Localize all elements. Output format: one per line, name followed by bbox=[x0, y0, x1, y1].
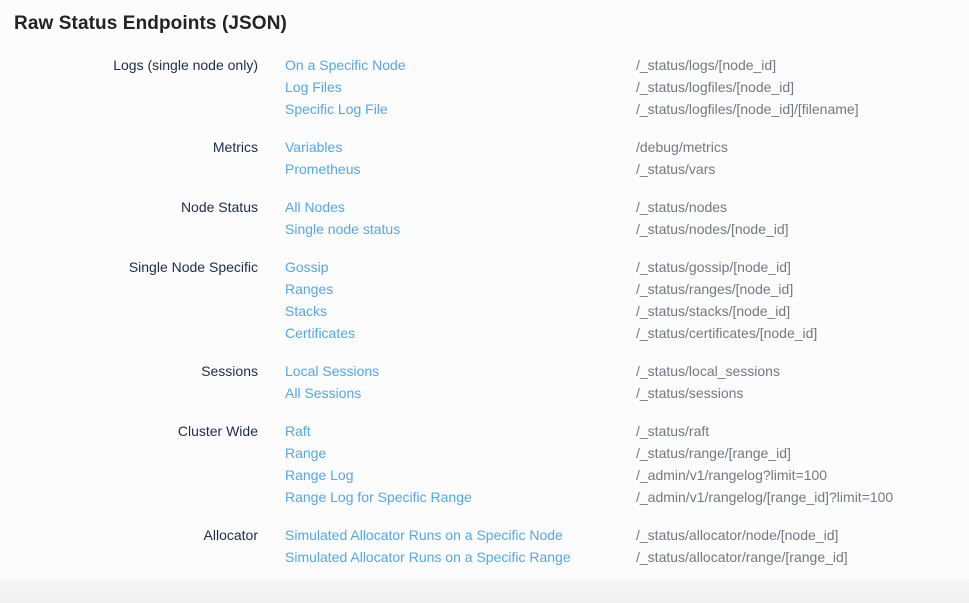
group-label: Cluster Wide bbox=[0, 420, 258, 508]
group-rows: Gossip /_status/gossip/[node_id] Ranges … bbox=[285, 256, 817, 344]
endpoint-path: /_status/allocator/range/[range_id] bbox=[636, 546, 848, 568]
endpoint-path: /_status/allocator/node/[node_id] bbox=[636, 524, 838, 546]
group-label: Metrics bbox=[0, 136, 258, 180]
endpoint-row: Stacks /_status/stacks/[node_id] bbox=[285, 300, 817, 322]
endpoint-link[interactable]: On a Specific Node bbox=[285, 54, 636, 76]
endpoint-link[interactable]: Single node status bbox=[285, 218, 636, 240]
debug-endpoints-page: Raw Status Endpoints (JSON) Logs (single… bbox=[0, 0, 969, 603]
group-label: Node Status bbox=[0, 196, 258, 240]
endpoint-link[interactable]: Simulated Allocator Runs on a Specific N… bbox=[285, 524, 636, 546]
endpoint-row: Simulated Allocator Runs on a Specific N… bbox=[285, 524, 848, 546]
endpoint-group: Allocator Simulated Allocator Runs on a … bbox=[0, 524, 969, 568]
endpoint-link[interactable]: Certificates bbox=[285, 322, 636, 344]
endpoint-row: All Nodes /_status/nodes bbox=[285, 196, 789, 218]
endpoint-link[interactable]: Range Log for Specific Range bbox=[285, 486, 636, 508]
group-label: Logs (single node only) bbox=[0, 54, 258, 120]
group-label: Allocator bbox=[0, 524, 258, 568]
endpoint-row: Ranges /_status/ranges/[node_id] bbox=[285, 278, 817, 300]
group-rows: Raft /_status/raft Range /_status/range/… bbox=[285, 420, 893, 508]
endpoint-group: Sessions Local Sessions /_status/local_s… bbox=[0, 360, 969, 404]
endpoint-row: Range Log for Specific Range /_admin/v1/… bbox=[285, 486, 893, 508]
endpoint-row: Simulated Allocator Runs on a Specific R… bbox=[285, 546, 848, 568]
endpoint-path: /_status/logfiles/[node_id] bbox=[636, 76, 794, 98]
endpoint-path: /_status/nodes/[node_id] bbox=[636, 218, 789, 240]
group-rows: All Nodes /_status/nodes Single node sta… bbox=[285, 196, 789, 240]
group-rows: On a Specific Node /_status/logs/[node_i… bbox=[285, 54, 859, 120]
endpoint-row: Local Sessions /_status/local_sessions bbox=[285, 360, 780, 382]
endpoint-path: /_status/vars bbox=[636, 158, 715, 180]
endpoint-link[interactable]: All Sessions bbox=[285, 382, 636, 404]
endpoint-link[interactable]: Ranges bbox=[285, 278, 636, 300]
endpoint-path: /_admin/v1/rangelog?limit=100 bbox=[636, 464, 827, 486]
footer-strip bbox=[0, 579, 969, 603]
endpoint-group: Metrics Variables /debug/metrics Prometh… bbox=[0, 136, 969, 180]
endpoint-row: All Sessions /_status/sessions bbox=[285, 382, 780, 404]
endpoint-group: Node Status All Nodes /_status/nodes Sin… bbox=[0, 196, 969, 240]
endpoint-group: Single Node Specific Gossip /_status/gos… bbox=[0, 256, 969, 344]
endpoint-path: /_status/certificates/[node_id] bbox=[636, 322, 817, 344]
endpoint-link[interactable]: Range Log bbox=[285, 464, 636, 486]
endpoint-row: Range Log /_admin/v1/rangelog?limit=100 bbox=[285, 464, 893, 486]
endpoint-link[interactable]: Gossip bbox=[285, 256, 636, 278]
endpoint-group: Logs (single node only) On a Specific No… bbox=[0, 54, 969, 120]
endpoint-row: Prometheus /_status/vars bbox=[285, 158, 728, 180]
endpoint-link[interactable]: Variables bbox=[285, 136, 636, 158]
endpoint-path: /_status/stacks/[node_id] bbox=[636, 300, 790, 322]
group-rows: Simulated Allocator Runs on a Specific N… bbox=[285, 524, 848, 568]
endpoint-path: /debug/metrics bbox=[636, 136, 728, 158]
endpoint-path: /_status/logs/[node_id] bbox=[636, 54, 776, 76]
endpoint-path: /_status/sessions bbox=[636, 382, 743, 404]
endpoint-link[interactable]: Prometheus bbox=[285, 158, 636, 180]
endpoint-link[interactable]: Local Sessions bbox=[285, 360, 636, 382]
endpoint-row: Specific Log File /_status/logfiles/[nod… bbox=[285, 98, 859, 120]
endpoint-path: /_status/local_sessions bbox=[636, 360, 780, 382]
endpoint-link[interactable]: All Nodes bbox=[285, 196, 636, 218]
endpoint-link[interactable]: Stacks bbox=[285, 300, 636, 322]
page-title: Raw Status Endpoints (JSON) bbox=[0, 0, 969, 35]
endpoint-row: Gossip /_status/gossip/[node_id] bbox=[285, 256, 817, 278]
endpoint-link[interactable]: Range bbox=[285, 442, 636, 464]
endpoint-row: Log Files /_status/logfiles/[node_id] bbox=[285, 76, 859, 98]
endpoint-link[interactable]: Log Files bbox=[285, 76, 636, 98]
endpoint-path: /_status/range/[range_id] bbox=[636, 442, 791, 464]
endpoint-row: Single node status /_status/nodes/[node_… bbox=[285, 218, 789, 240]
endpoint-row: Raft /_status/raft bbox=[285, 420, 893, 442]
group-rows: Variables /debug/metrics Prometheus /_st… bbox=[285, 136, 728, 180]
endpoint-row: On a Specific Node /_status/logs/[node_i… bbox=[285, 54, 859, 76]
group-label: Single Node Specific bbox=[0, 256, 258, 344]
endpoint-path: /_status/logfiles/[node_id]/[filename] bbox=[636, 98, 859, 120]
endpoint-link[interactable]: Raft bbox=[285, 420, 636, 442]
endpoint-path: /_status/raft bbox=[636, 420, 709, 442]
endpoint-row: Certificates /_status/certificates/[node… bbox=[285, 322, 817, 344]
endpoint-path: /_status/ranges/[node_id] bbox=[636, 278, 793, 300]
endpoint-path: /_admin/v1/rangelog/[range_id]?limit=100 bbox=[636, 486, 893, 508]
endpoint-link[interactable]: Simulated Allocator Runs on a Specific R… bbox=[285, 546, 636, 568]
endpoint-group: Cluster Wide Raft /_status/raft Range /_… bbox=[0, 420, 969, 508]
endpoint-row: Variables /debug/metrics bbox=[285, 136, 728, 158]
endpoint-path: /_status/gossip/[node_id] bbox=[636, 256, 791, 278]
group-label: Sessions bbox=[0, 360, 258, 404]
group-rows: Local Sessions /_status/local_sessions A… bbox=[285, 360, 780, 404]
endpoint-groups: Logs (single node only) On a Specific No… bbox=[0, 54, 969, 568]
endpoint-path: /_status/nodes bbox=[636, 196, 727, 218]
endpoint-row: Range /_status/range/[range_id] bbox=[285, 442, 893, 464]
endpoint-link[interactable]: Specific Log File bbox=[285, 98, 636, 120]
